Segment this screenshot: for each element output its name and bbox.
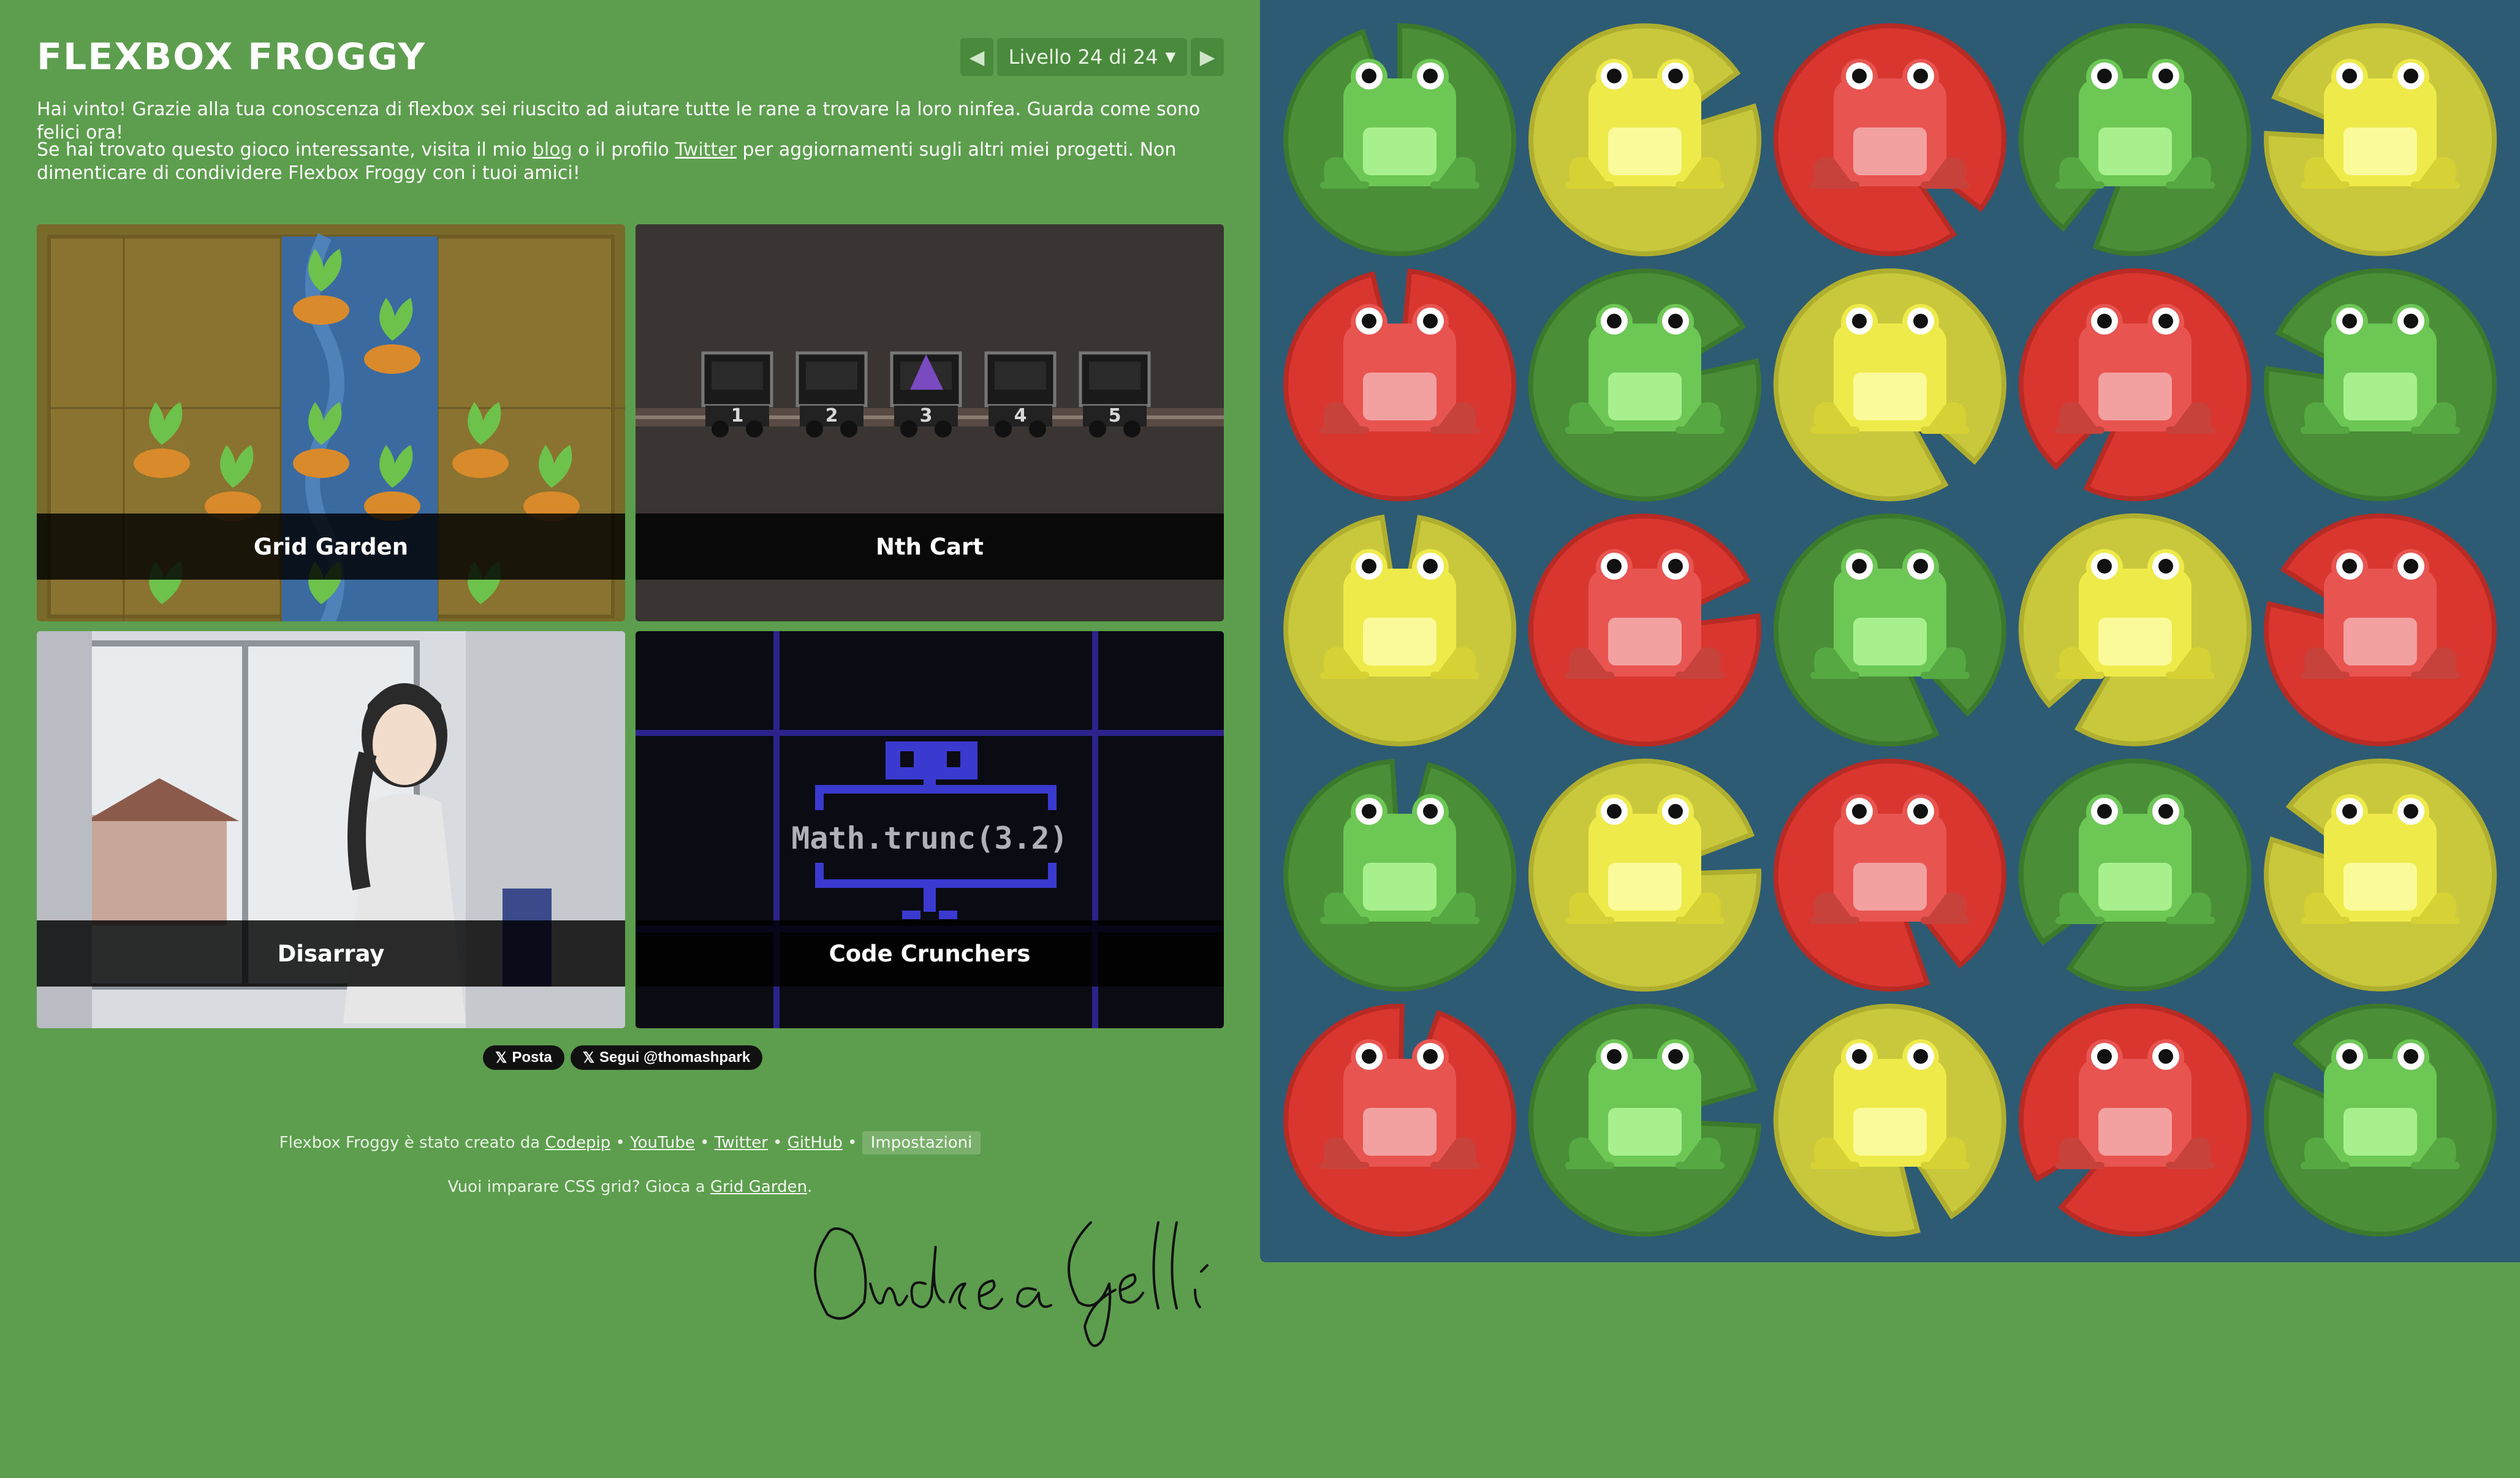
triangle-left-icon: ◀ bbox=[969, 45, 985, 69]
github-link[interactable]: GitHub bbox=[788, 1134, 843, 1152]
triangle-right-icon: ▶ bbox=[1199, 45, 1215, 69]
games-grid: Grid Garden 1 2 3 4 5 Nth Cart Disarray Math… bbox=[37, 224, 1224, 1028]
game-label-nth-cart: Nth Cart bbox=[636, 514, 1224, 580]
lilypad-yellow-frog bbox=[1767, 262, 2013, 507]
game-label-grid-garden: Grid Garden bbox=[37, 514, 625, 580]
lilypad-yellow-frog bbox=[1767, 998, 2013, 1243]
promo-text-2: o il profilo bbox=[572, 139, 675, 161]
cart-number: 5 bbox=[1109, 405, 1121, 426]
grid-garden-link[interactable]: Grid Garden bbox=[710, 1178, 807, 1196]
level-dropdown[interactable]: Livello 24 di 24 ▼ bbox=[997, 38, 1187, 76]
lilypad-yellow-frog bbox=[1522, 17, 1767, 262]
separator-2: • bbox=[694, 1134, 715, 1152]
previous-level-button[interactable]: ◀ bbox=[960, 38, 993, 76]
level-navigation: ◀ Livello 24 di 24 ▼ ▶ bbox=[960, 38, 1224, 76]
cart-number: 1 bbox=[731, 405, 744, 426]
blog-link[interactable]: blog bbox=[533, 139, 572, 161]
lilypad-green-frog bbox=[1277, 17, 1522, 262]
lilypad-green-frog bbox=[1522, 998, 1767, 1243]
lilypad-red-frog bbox=[1522, 507, 1767, 752]
credit-text: Flexbox Froggy è stato creato da bbox=[279, 1134, 545, 1152]
lilypad-green-frog bbox=[1522, 262, 1767, 507]
signature-image bbox=[814, 1221, 1209, 1347]
mine-cart: 3 bbox=[890, 351, 962, 438]
settings-button[interactable]: Impostazioni bbox=[862, 1131, 981, 1154]
code-snippet: Math.trunc(3.2) bbox=[791, 820, 1068, 856]
twitter-link[interactable]: Twitter bbox=[715, 1134, 768, 1152]
separator-1: • bbox=[610, 1134, 631, 1152]
game-card-nth-cart[interactable]: 1 2 3 4 5 Nth Cart bbox=[636, 224, 1224, 621]
next-level-button[interactable]: ▶ bbox=[1191, 38, 1224, 76]
youtube-link[interactable]: YouTube bbox=[630, 1134, 695, 1152]
lilypad-yellow-frog bbox=[1277, 507, 1522, 752]
mine-cart: 4 bbox=[984, 351, 1057, 438]
instructions-panel: Flexbox Froggy ◀ Livello 24 di 24 ▼ ▶ Ha… bbox=[0, 0, 1260, 1478]
lilypad-yellow-frog bbox=[1522, 752, 1767, 998]
footer-credits: Flexbox Froggy è stato creato da Codepip… bbox=[0, 1131, 1260, 1154]
caret-down-icon: ▼ bbox=[1165, 49, 1176, 65]
mine-cart: 1 bbox=[701, 351, 773, 438]
game-card-disarray[interactable]: Disarray bbox=[37, 631, 625, 1028]
css-grid-text: Vuoi imparare CSS grid? Gioca a bbox=[447, 1178, 710, 1196]
game-title: Flexbox Froggy bbox=[37, 36, 427, 78]
share-buttons: 𝕏 Posta 𝕏 Segui @thomashpark bbox=[483, 1045, 763, 1070]
cart-number: 3 bbox=[920, 405, 933, 426]
promo-text-1: Se hai trovato questo gioco interessante… bbox=[37, 139, 533, 161]
lilypad-green-frog bbox=[2258, 262, 2503, 507]
pond-board bbox=[1260, 0, 2520, 1262]
lilypad-red-frog bbox=[2013, 262, 2258, 507]
game-label-code-crunchers: Code Crunchers bbox=[636, 920, 1224, 987]
level-label: Livello 24 di 24 bbox=[1008, 45, 1158, 69]
game-card-code-crunchers[interactable]: Math.trunc(3.2) Code Crunchers bbox=[636, 631, 1224, 1028]
win-message: Hai vinto! Grazie alla tua conoscenza di… bbox=[37, 99, 1201, 143]
post-on-x-button[interactable]: 𝕏 Posta bbox=[483, 1045, 564, 1070]
lilypad-red-frog bbox=[2258, 507, 2503, 752]
codepip-link[interactable]: Codepip bbox=[545, 1134, 610, 1152]
separator-4: • bbox=[842, 1134, 862, 1152]
lilypad-red-frog bbox=[1277, 998, 1522, 1243]
lilypad-yellow-frog bbox=[2013, 507, 2258, 752]
css-grid-promo: Vuoi imparare CSS grid? Gioca a Grid Gar… bbox=[0, 1178, 1260, 1196]
css-grid-end: . bbox=[807, 1178, 813, 1196]
mine-cart: 5 bbox=[1079, 351, 1151, 438]
lilypad-green-frog bbox=[1767, 507, 2013, 752]
lilypad-green-frog bbox=[1277, 752, 1522, 998]
x-logo-icon: 𝕏 bbox=[582, 1049, 595, 1066]
cart-number: 4 bbox=[1014, 405, 1027, 426]
lilypad-red-frog bbox=[2013, 998, 2258, 1243]
lilypad-red-frog bbox=[1277, 262, 1522, 507]
lilypad-red-frog bbox=[1767, 752, 2013, 998]
game-label-disarray: Disarray bbox=[37, 920, 625, 987]
lilypad-yellow-frog bbox=[2258, 752, 2503, 998]
follow-on-x-button[interactable]: 𝕏 Segui @thomashpark bbox=[570, 1045, 763, 1070]
lilypad-green-frog bbox=[2013, 17, 2258, 262]
promo-message: Se hai trovato questo gioco interessante… bbox=[37, 138, 1213, 185]
cart-number: 2 bbox=[825, 405, 838, 426]
lilypad-green-frog bbox=[2013, 752, 2258, 998]
follow-label: Segui @thomashpark bbox=[599, 1049, 751, 1066]
lilypad-green-frog bbox=[2258, 998, 2503, 1243]
separator-3: • bbox=[767, 1134, 788, 1152]
lilypad-yellow-frog bbox=[2258, 17, 2503, 262]
x-logo-icon: 𝕏 bbox=[495, 1049, 507, 1066]
mine-cart: 2 bbox=[795, 351, 868, 438]
twitter-profile-link[interactable]: Twitter bbox=[675, 139, 737, 161]
lilypad-red-frog bbox=[1767, 17, 2013, 262]
game-card-grid-garden[interactable]: Grid Garden bbox=[37, 224, 625, 621]
post-label: Posta bbox=[512, 1049, 552, 1066]
